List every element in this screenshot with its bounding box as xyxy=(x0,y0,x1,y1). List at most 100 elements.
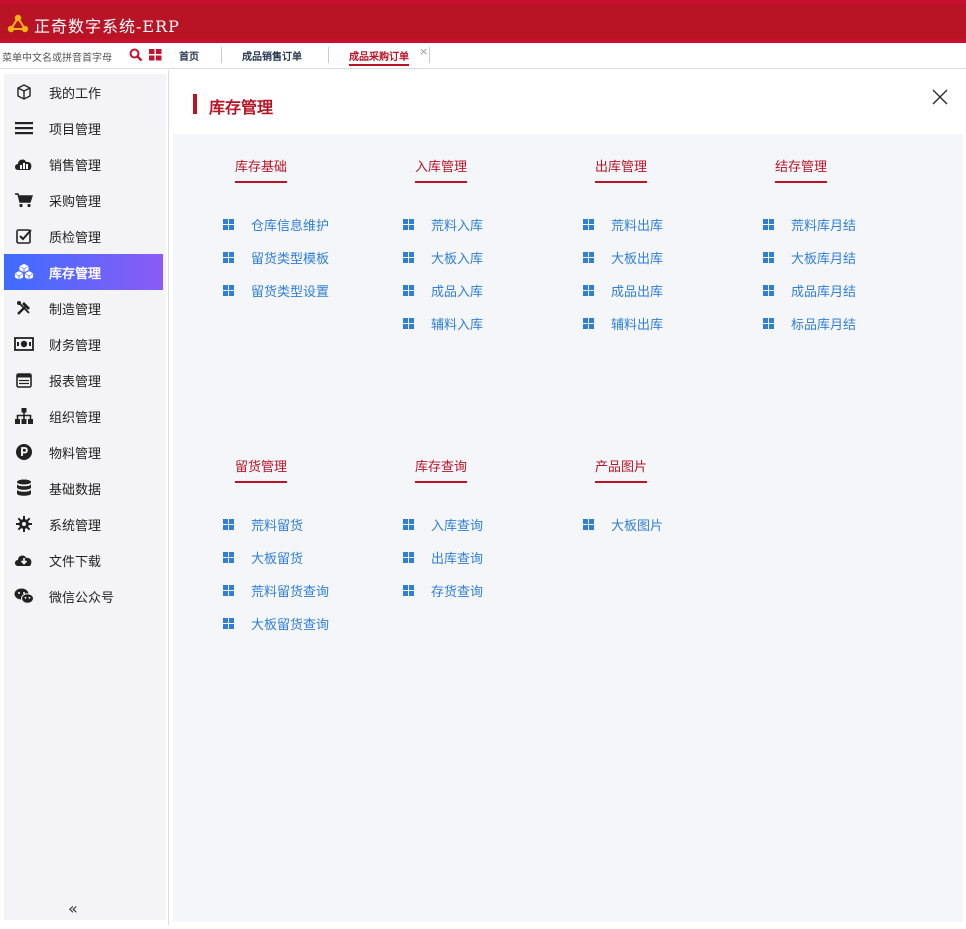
org-icon xyxy=(14,406,34,426)
checkbox-icon xyxy=(14,226,34,246)
menu-link-label: 成品入库 xyxy=(431,285,484,300)
menu-link-label: 辅料出库 xyxy=(611,318,664,333)
sidebar-item-materials[interactable]: 物料管理 xyxy=(4,434,163,470)
sidebar-item-label: 物料管理 xyxy=(49,446,102,462)
grid-icon xyxy=(583,318,594,329)
menu-link[interactable]: 辅料入库 xyxy=(403,314,483,333)
menu-link[interactable]: 大板出库 xyxy=(583,248,663,267)
tab-sales-order[interactable]: 成品销售订单 xyxy=(242,48,302,63)
sidebar-item-organization[interactable]: 组织管理 xyxy=(4,398,163,434)
sidebar-item-label: 质检管理 xyxy=(49,230,102,246)
menu-link[interactable]: 大板库月结 xyxy=(763,248,856,267)
menu-search-input[interactable]: 菜单中文名或拼音首字母 xyxy=(2,49,112,64)
sidebar-item-label: 库存管理 xyxy=(49,266,102,282)
menu-link[interactable]: 荒料留货 xyxy=(223,515,303,534)
tab-bar: 菜单中文名或拼音首字母 首页 成品销售订单 成品采购订单 × xyxy=(0,43,966,69)
sidebar-item-manufacturing[interactable]: 制造管理 xyxy=(4,290,163,326)
sidebar-item-finance[interactable]: 财务管理 xyxy=(4,326,163,362)
sidebar-item-system[interactable]: 系统管理 xyxy=(4,506,163,542)
menu-link-label: 留货类型模板 xyxy=(251,252,330,267)
menu-link[interactable]: 大板留货 xyxy=(223,548,303,567)
grid-icon xyxy=(763,285,774,296)
menu-link[interactable]: 成品库月结 xyxy=(763,281,856,300)
menu-link[interactable]: 荒料入库 xyxy=(403,215,483,234)
menu-link[interactable]: 辅料出库 xyxy=(583,314,663,333)
close-icon[interactable] xyxy=(931,88,949,106)
menu-link[interactable]: 标品库月结 xyxy=(763,314,856,333)
wechat-icon xyxy=(14,586,34,606)
sidebar-item-label: 财务管理 xyxy=(49,338,102,354)
sidebar-item-label: 制造管理 xyxy=(49,302,102,318)
menu-link[interactable]: 入库查询 xyxy=(403,515,483,534)
sidebar-item-projects[interactable]: 项目管理 xyxy=(4,110,163,146)
group-title: 留货管理 xyxy=(235,456,288,483)
cube-icon xyxy=(14,82,34,102)
grid-icon xyxy=(403,285,414,296)
tab-home[interactable]: 首页 xyxy=(179,48,199,63)
list-icon xyxy=(14,118,34,138)
menu-link-label: 大板留货查询 xyxy=(251,618,330,633)
menu-link[interactable]: 仓库信息维护 xyxy=(223,215,329,234)
sidebar-item-label: 基础数据 xyxy=(49,482,102,498)
menu-link[interactable]: 成品入库 xyxy=(403,281,483,300)
tab-close-icon[interactable]: × xyxy=(419,45,428,58)
menu-link-label: 成品出库 xyxy=(611,285,664,300)
gear-icon xyxy=(14,514,34,534)
sidebar-item-label: 微信公众号 xyxy=(49,590,115,606)
cart-icon xyxy=(14,190,34,210)
calendar-icon xyxy=(14,370,34,390)
sidebar-item-sales[interactable]: 销售管理 xyxy=(4,146,163,182)
search-icon[interactable] xyxy=(129,48,143,62)
group-title: 产品图片 xyxy=(595,456,648,483)
grid-menu-icon[interactable] xyxy=(149,49,162,61)
menu-link[interactable]: 存货查询 xyxy=(403,581,483,600)
menu-link-label: 荒料出库 xyxy=(611,219,664,234)
sidebar-item-reports[interactable]: 报表管理 xyxy=(4,362,163,398)
menu-link[interactable]: 成品出库 xyxy=(583,281,663,300)
group-title: 入库管理 xyxy=(415,156,468,183)
menu-link-label: 荒料库月结 xyxy=(791,219,857,234)
sidebar-item-wechat[interactable]: 微信公众号 xyxy=(4,578,163,614)
menu-link-label: 大板库月结 xyxy=(791,252,857,267)
sidebar: 我的工作 项目管理 销售管理 采购管理 质检管理 库存管理 制造管理 财务管理 … xyxy=(4,74,166,920)
grid-icon xyxy=(583,219,594,230)
tab-divider xyxy=(429,47,430,63)
menu-link[interactable]: 留货类型设置 xyxy=(223,281,329,300)
menu-link[interactable]: 出库查询 xyxy=(403,548,483,567)
app-header: 正奇数字系统-ERP xyxy=(0,0,966,43)
menu-link-label: 入库查询 xyxy=(431,519,484,534)
grid-icon xyxy=(403,252,414,263)
sidebar-collapse-button[interactable]: « xyxy=(68,899,78,918)
menu-link[interactable]: 大板图片 xyxy=(583,515,663,534)
sidebar-item-purchase[interactable]: 采购管理 xyxy=(4,182,163,218)
grid-icon xyxy=(223,585,234,596)
menu-link[interactable]: 荒料库月结 xyxy=(763,215,856,234)
menu-link[interactable]: 荒料留货查询 xyxy=(223,581,329,600)
cloud-download-icon xyxy=(14,550,34,570)
grid-icon xyxy=(403,318,414,329)
menu-link[interactable]: 大板入库 xyxy=(403,248,483,267)
cloud-chart-icon xyxy=(14,154,34,174)
tab-divider xyxy=(328,47,329,63)
menu-link-label: 荒料留货查询 xyxy=(251,585,330,600)
menu-panel: 库存基础 仓库信息维护 留货类型模板 留货类型设置 入库管理 荒料入库 大板入库 成品入库 辅料… xyxy=(173,134,963,922)
tab-purchase-order[interactable]: 成品采购订单 xyxy=(349,48,409,66)
sidebar-item-inventory[interactable]: 库存管理 xyxy=(4,254,163,290)
boxes-icon xyxy=(14,262,34,282)
grid-icon xyxy=(403,585,414,596)
sidebar-item-label: 采购管理 xyxy=(49,194,102,210)
sidebar-item-my-work[interactable]: 我的工作 xyxy=(4,74,163,110)
menu-link[interactable]: 大板留货查询 xyxy=(223,614,329,633)
menu-link[interactable]: 荒料出库 xyxy=(583,215,663,234)
sidebar-item-base-data[interactable]: 基础数据 xyxy=(4,470,163,506)
menu-link[interactable]: 留货类型模板 xyxy=(223,248,329,267)
menu-link-label: 大板出库 xyxy=(611,252,664,267)
sidebar-item-label: 报表管理 xyxy=(49,374,102,390)
money-icon xyxy=(14,334,34,354)
sidebar-item-downloads[interactable]: 文件下载 xyxy=(4,542,163,578)
group-title: 结存管理 xyxy=(775,156,828,183)
sidebar-item-quality[interactable]: 质检管理 xyxy=(4,218,163,254)
grid-icon xyxy=(583,252,594,263)
menu-link-label: 仓库信息维护 xyxy=(251,219,330,234)
grid-icon xyxy=(223,552,234,563)
